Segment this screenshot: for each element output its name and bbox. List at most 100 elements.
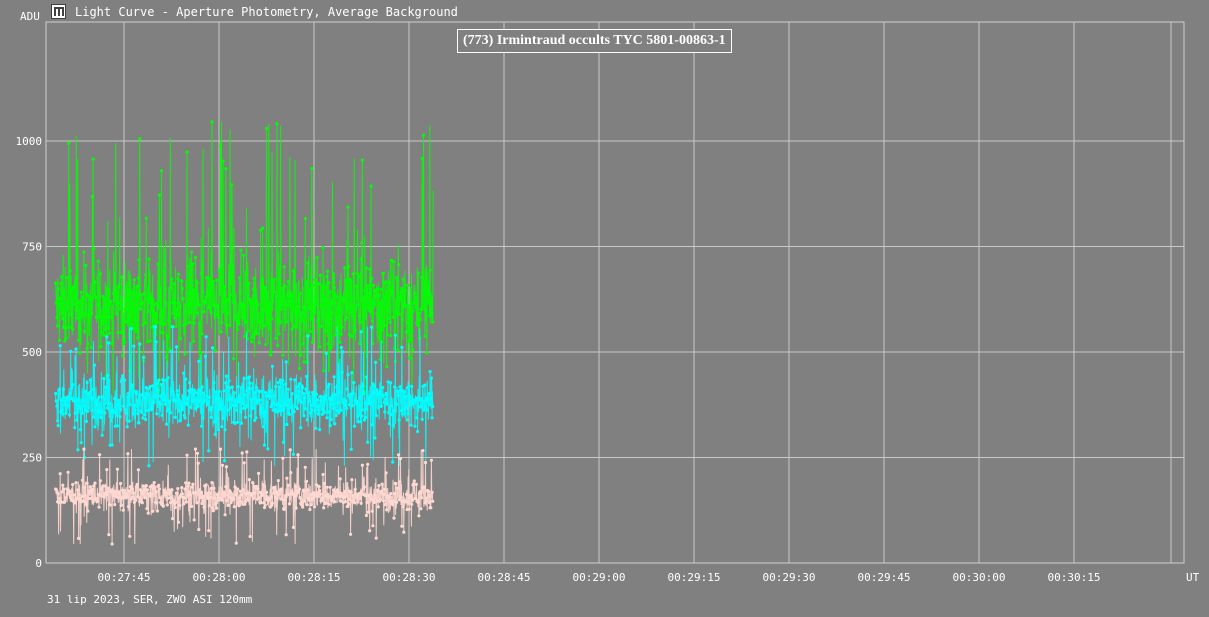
data-point (394, 309, 398, 313)
data-point (268, 301, 272, 305)
data-point (368, 267, 372, 271)
data-point (321, 245, 325, 249)
data-point (427, 314, 432, 318)
data-point (134, 318, 138, 322)
data-point (216, 316, 221, 320)
data-point (289, 318, 294, 323)
data-point (263, 410, 267, 414)
data-point (112, 299, 116, 303)
data-point (285, 422, 289, 427)
data-point (196, 404, 200, 408)
data-point (151, 509, 155, 513)
data-point (180, 492, 184, 496)
data-point (265, 400, 269, 404)
data-point (124, 320, 128, 324)
data-point (102, 377, 106, 381)
data-point (285, 476, 289, 480)
data-point (334, 413, 338, 418)
data-point (312, 311, 316, 316)
data-point (399, 289, 403, 294)
data-point (398, 296, 403, 300)
data-point (97, 395, 101, 399)
data-point (157, 378, 161, 382)
data-point (75, 305, 79, 309)
data-point (73, 426, 77, 430)
data-point (219, 330, 223, 334)
data-point (390, 412, 394, 417)
data-point (77, 536, 81, 541)
data-point (430, 416, 434, 420)
data-point (364, 375, 368, 379)
data-point (249, 414, 253, 418)
data-point (197, 359, 201, 363)
data-point (393, 333, 397, 337)
data-point (211, 509, 215, 513)
data-point (134, 498, 138, 502)
data-point (324, 351, 328, 355)
data-point (90, 408, 94, 412)
data-point (216, 395, 220, 399)
data-point (308, 287, 312, 291)
data-point (351, 272, 355, 276)
data-point (295, 406, 299, 411)
data-point (372, 384, 376, 388)
data-point (298, 496, 302, 500)
data-point (84, 503, 89, 507)
data-point (345, 305, 349, 309)
data-point (211, 506, 215, 510)
data-point (264, 391, 268, 395)
data-point (291, 452, 295, 456)
data-point (363, 401, 367, 405)
data-point (365, 287, 369, 291)
data-point (243, 415, 248, 419)
data-point (115, 312, 119, 316)
data-point (305, 479, 309, 483)
data-point (312, 302, 317, 306)
data-point (86, 294, 91, 298)
data-point (242, 461, 246, 465)
data-point (279, 404, 283, 408)
data-point (241, 402, 245, 406)
data-point (113, 503, 117, 507)
data-point (297, 382, 301, 386)
data-point (134, 392, 138, 396)
data-point (75, 316, 79, 320)
data-point (202, 310, 206, 314)
data-point (415, 416, 419, 420)
data-point (330, 299, 334, 303)
data-point (416, 501, 420, 505)
data-point (199, 490, 204, 494)
data-point (257, 496, 261, 500)
data-point (84, 389, 88, 393)
data-point (243, 334, 247, 338)
data-point (422, 307, 426, 311)
data-point (264, 342, 268, 346)
data-point (366, 440, 370, 444)
data-point (128, 534, 132, 538)
data-point (232, 391, 236, 395)
data-point (300, 319, 304, 323)
data-point (129, 326, 133, 331)
data-point (204, 483, 208, 487)
x-tick-label: 00:29:00 (573, 571, 626, 584)
data-point (343, 403, 347, 407)
data-point (395, 276, 399, 280)
data-point (55, 404, 59, 408)
data-point (278, 385, 282, 389)
data-point (295, 309, 299, 313)
data-point (293, 378, 297, 382)
data-point (119, 503, 123, 507)
data-point (420, 156, 424, 161)
light-curve-chart[interactable]: ADU UT 02505007501000 00:27:45 00:28:00 00… (0, 0, 1209, 617)
data-point (190, 504, 194, 508)
data-point (307, 306, 311, 310)
data-point (228, 293, 232, 297)
data-point (200, 385, 204, 389)
data-point (392, 516, 396, 520)
data-point (264, 490, 269, 494)
data-point (122, 404, 126, 409)
data-point (251, 406, 255, 410)
data-point (288, 398, 292, 402)
data-point (158, 496, 162, 500)
data-point (174, 500, 178, 504)
